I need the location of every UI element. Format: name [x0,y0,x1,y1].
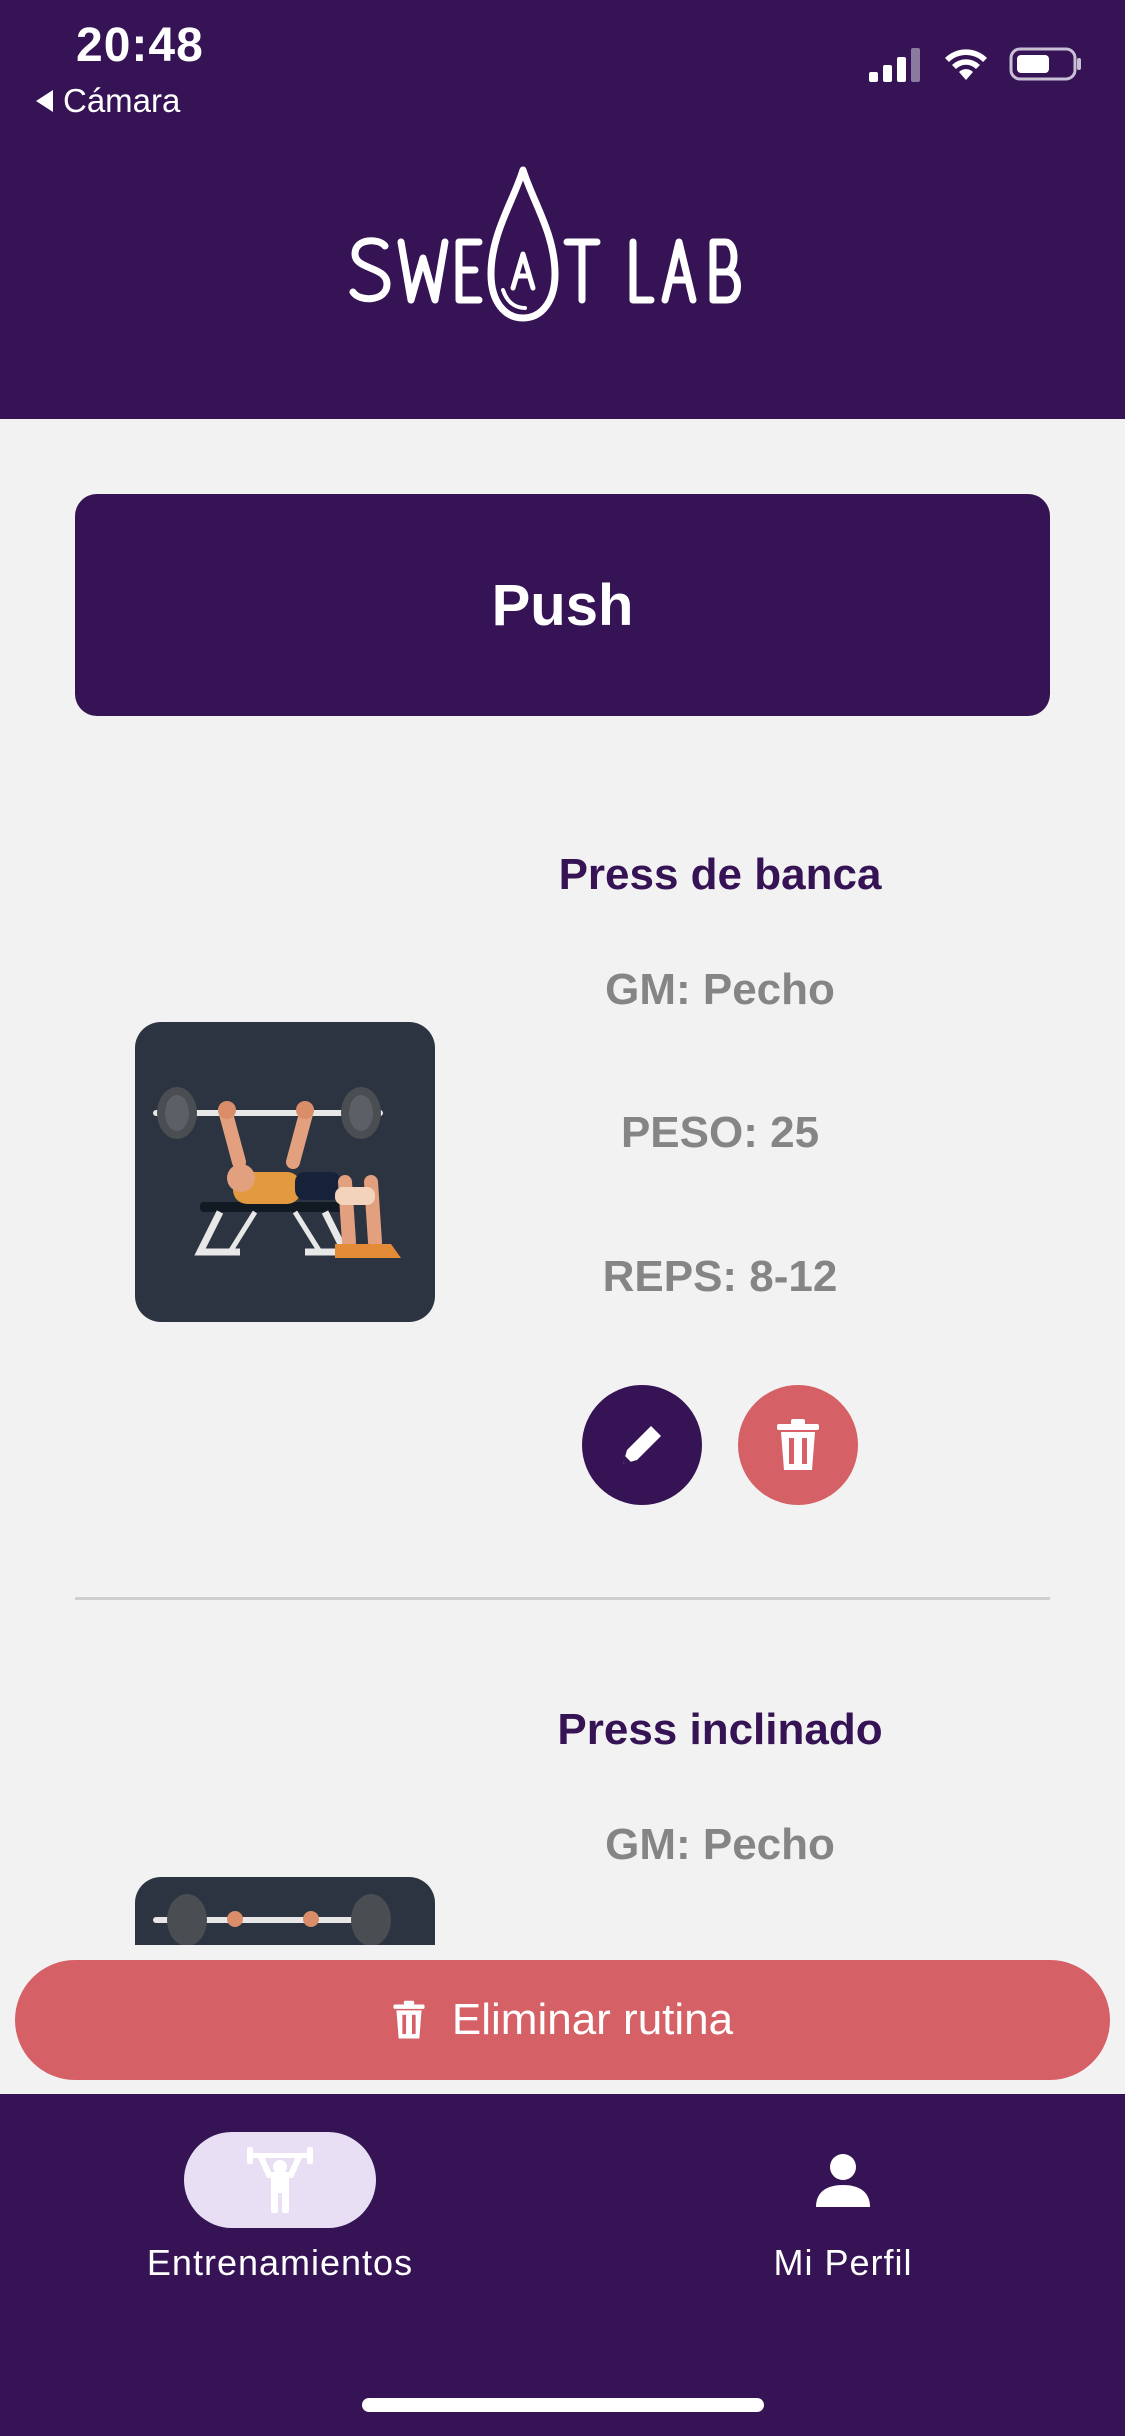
exercise-muscle-group: GM: Pecho [605,965,835,1014]
exercise-name: Press de banca [558,850,882,899]
status-time: 20:48 [76,19,204,72]
weightlifter-icon [247,2147,313,2213]
routine-title: Push [491,572,634,638]
pencil-icon [623,1426,661,1464]
nav-icon-wrap [747,2132,939,2228]
exercise-name: Press inclinado [557,1705,883,1754]
nav-label-mi-perfil: Mi Perfil [773,2242,913,2283]
bench-press-illustration [135,1022,435,1322]
nav-item-entrenamientos[interactable]: Entrenamientos [80,2132,480,2284]
exercise-reps: REPS: 8-12 [602,1252,838,1301]
exercise-weight: PESO: 25 [620,1108,820,1157]
sweat-lab-logo [349,166,741,322]
routine-title-card: Push [75,494,1050,716]
status-icons [869,46,1083,82]
bench-press-illustration [135,1877,435,1945]
exercise-card: Press inclinado GM: Pecho [0,1600,1125,1945]
delete-routine-button[interactable]: Eliminar rutina [15,1960,1110,2080]
person-icon [816,2154,870,2207]
nav-item-mi-perfil[interactable]: Mi Perfil [643,2132,1043,2284]
delete-routine-label: Eliminar rutina [451,1995,734,2044]
signal-icon [869,48,920,82]
nav-label-entrenamientos: Entrenamientos [146,2242,414,2283]
trash-icon [393,2000,425,2039]
app-header: 20:48 Cámara [0,0,1125,419]
battery-icon [1009,47,1081,81]
back-label: Cámara [63,82,181,119]
wifi-icon [945,49,987,80]
exercise-muscle-group: GM: Pecho [605,1820,835,1869]
home-indicator[interactable] [362,2398,764,2412]
edit-exercise-button[interactable] [582,1385,702,1505]
back-arrow-icon [36,90,53,112]
bottom-navigation: Entrenamientos Mi Perfil [0,2094,1125,2436]
nav-active-indicator [184,2132,376,2228]
back-to-camera-link[interactable]: Cámara [36,82,180,120]
trash-icon [777,1419,819,1470]
delete-exercise-button[interactable] [738,1385,858,1505]
